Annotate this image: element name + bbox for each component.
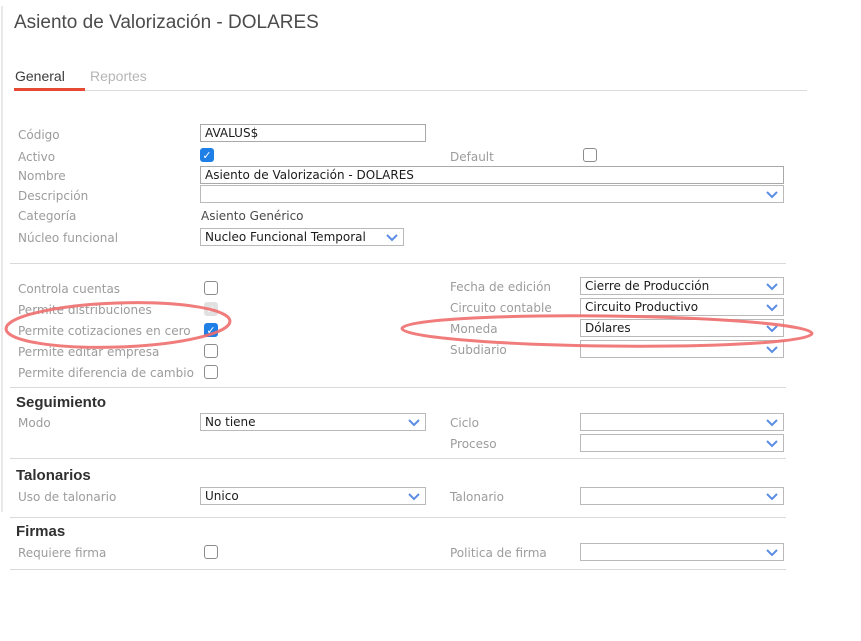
nombre-input[interactable] bbox=[200, 166, 784, 184]
nucleo-funcional-label: Núcleo funcional bbox=[18, 231, 119, 245]
talonario-select[interactable] bbox=[580, 487, 784, 505]
permite-distribuciones-label: Permite distribuciones bbox=[18, 303, 152, 317]
chevron-down-icon bbox=[766, 419, 778, 427]
default-checkbox[interactable] bbox=[583, 148, 597, 162]
controla-cuentas-checkbox[interactable] bbox=[204, 281, 218, 295]
permite-cotizaciones-checkbox[interactable] bbox=[204, 323, 218, 337]
descripcion-select[interactable] bbox=[200, 185, 784, 203]
circuito-contable-select-value: Circuito Productivo bbox=[585, 300, 699, 314]
chevron-down-icon bbox=[408, 419, 420, 427]
chevron-down-icon bbox=[766, 304, 778, 312]
subdiario-select[interactable] bbox=[580, 340, 784, 358]
panel-left-border bbox=[1, 6, 3, 512]
chevron-down-icon bbox=[766, 191, 778, 199]
section-divider bbox=[10, 387, 786, 388]
section-divider bbox=[10, 458, 786, 459]
modo-select-value: No tiene bbox=[205, 415, 256, 429]
permite-cotizaciones-label: Permite cotizaciones en cero bbox=[18, 324, 191, 338]
categoria-value: Asiento Genérico bbox=[201, 209, 304, 223]
requiere-firma-label: Requiere firma bbox=[18, 546, 107, 560]
subdiario-label: Subdiario bbox=[450, 343, 507, 357]
ciclo-select[interactable] bbox=[580, 413, 784, 431]
codigo-input[interactable] bbox=[200, 124, 426, 142]
politica-firma-label: Politica de firma bbox=[450, 546, 547, 560]
uso-talonario-select[interactable]: Unico bbox=[200, 487, 426, 505]
permite-diferencia-cambio-label: Permite diferencia de cambio bbox=[18, 366, 194, 380]
chevron-down-icon bbox=[766, 493, 778, 501]
ciclo-label: Ciclo bbox=[450, 416, 479, 430]
moneda-select[interactable]: Dólares bbox=[580, 319, 784, 337]
tab-general[interactable]: General bbox=[15, 68, 65, 84]
default-label: Default bbox=[450, 150, 494, 164]
talonario-label: Talonario bbox=[450, 490, 504, 504]
page-title: Asiento de Valorización - DOLARES bbox=[14, 12, 319, 33]
nucleo-funcional-select-value: Nucleo Funcional Temporal bbox=[205, 230, 366, 244]
tab-reportes[interactable]: Reportes bbox=[90, 68, 147, 84]
section-divider bbox=[10, 263, 786, 264]
proceso-select[interactable] bbox=[580, 434, 784, 452]
uso-talonario-select-value: Unico bbox=[205, 489, 239, 503]
chevron-down-icon bbox=[766, 283, 778, 291]
section-divider bbox=[10, 517, 786, 518]
politica-firma-select[interactable] bbox=[580, 543, 784, 561]
chevron-down-icon bbox=[408, 493, 420, 501]
section-divider bbox=[10, 569, 786, 570]
active-tab-underline bbox=[14, 88, 85, 91]
permite-editar-empresa-checkbox[interactable] bbox=[204, 344, 218, 358]
circuito-contable-label: Circuito contable bbox=[450, 301, 552, 315]
chevron-down-icon bbox=[386, 234, 398, 242]
proceso-label: Proceso bbox=[450, 437, 497, 451]
controla-cuentas-label: Controla cuentas bbox=[18, 282, 121, 296]
uso-talonario-label: Uso de talonario bbox=[18, 490, 117, 504]
circuito-contable-select[interactable]: Circuito Productivo bbox=[580, 298, 784, 316]
descripcion-label: Descripción bbox=[18, 189, 89, 203]
talonarios-heading: Talonarios bbox=[16, 467, 91, 484]
permite-diferencia-cambio-checkbox[interactable] bbox=[204, 365, 218, 379]
modo-label: Modo bbox=[18, 416, 51, 430]
tab-separator-line bbox=[14, 90, 807, 91]
valuation-entry-form-window: Asiento de Valorización - DOLARES Genera… bbox=[0, 0, 861, 641]
codigo-label: Código bbox=[18, 128, 60, 142]
permite-editar-empresa-label: Permite editar empresa bbox=[18, 345, 160, 359]
chevron-down-icon bbox=[766, 325, 778, 333]
moneda-label: Moneda bbox=[450, 322, 498, 336]
requiere-firma-checkbox[interactable] bbox=[204, 545, 218, 559]
chevron-down-icon bbox=[766, 549, 778, 557]
fecha-edicion-select[interactable]: Cierre de Producción bbox=[580, 277, 784, 295]
nucleo-funcional-select[interactable]: Nucleo Funcional Temporal bbox=[200, 228, 404, 246]
fecha-edicion-label: Fecha de edición bbox=[450, 280, 552, 294]
chevron-down-icon bbox=[766, 346, 778, 354]
firmas-heading: Firmas bbox=[16, 523, 66, 540]
activo-label: Activo bbox=[18, 150, 56, 164]
categoria-label: Categoría bbox=[18, 209, 77, 223]
chevron-down-icon bbox=[766, 440, 778, 448]
permite-distribuciones-checkbox bbox=[204, 302, 218, 316]
nombre-label: Nombre bbox=[18, 169, 66, 183]
activo-checkbox[interactable] bbox=[200, 148, 214, 162]
fecha-edicion-select-value: Cierre de Producción bbox=[585, 279, 710, 293]
seguimiento-heading: Seguimiento bbox=[16, 394, 107, 411]
moneda-select-value: Dólares bbox=[585, 321, 631, 335]
modo-select[interactable]: No tiene bbox=[200, 413, 426, 431]
